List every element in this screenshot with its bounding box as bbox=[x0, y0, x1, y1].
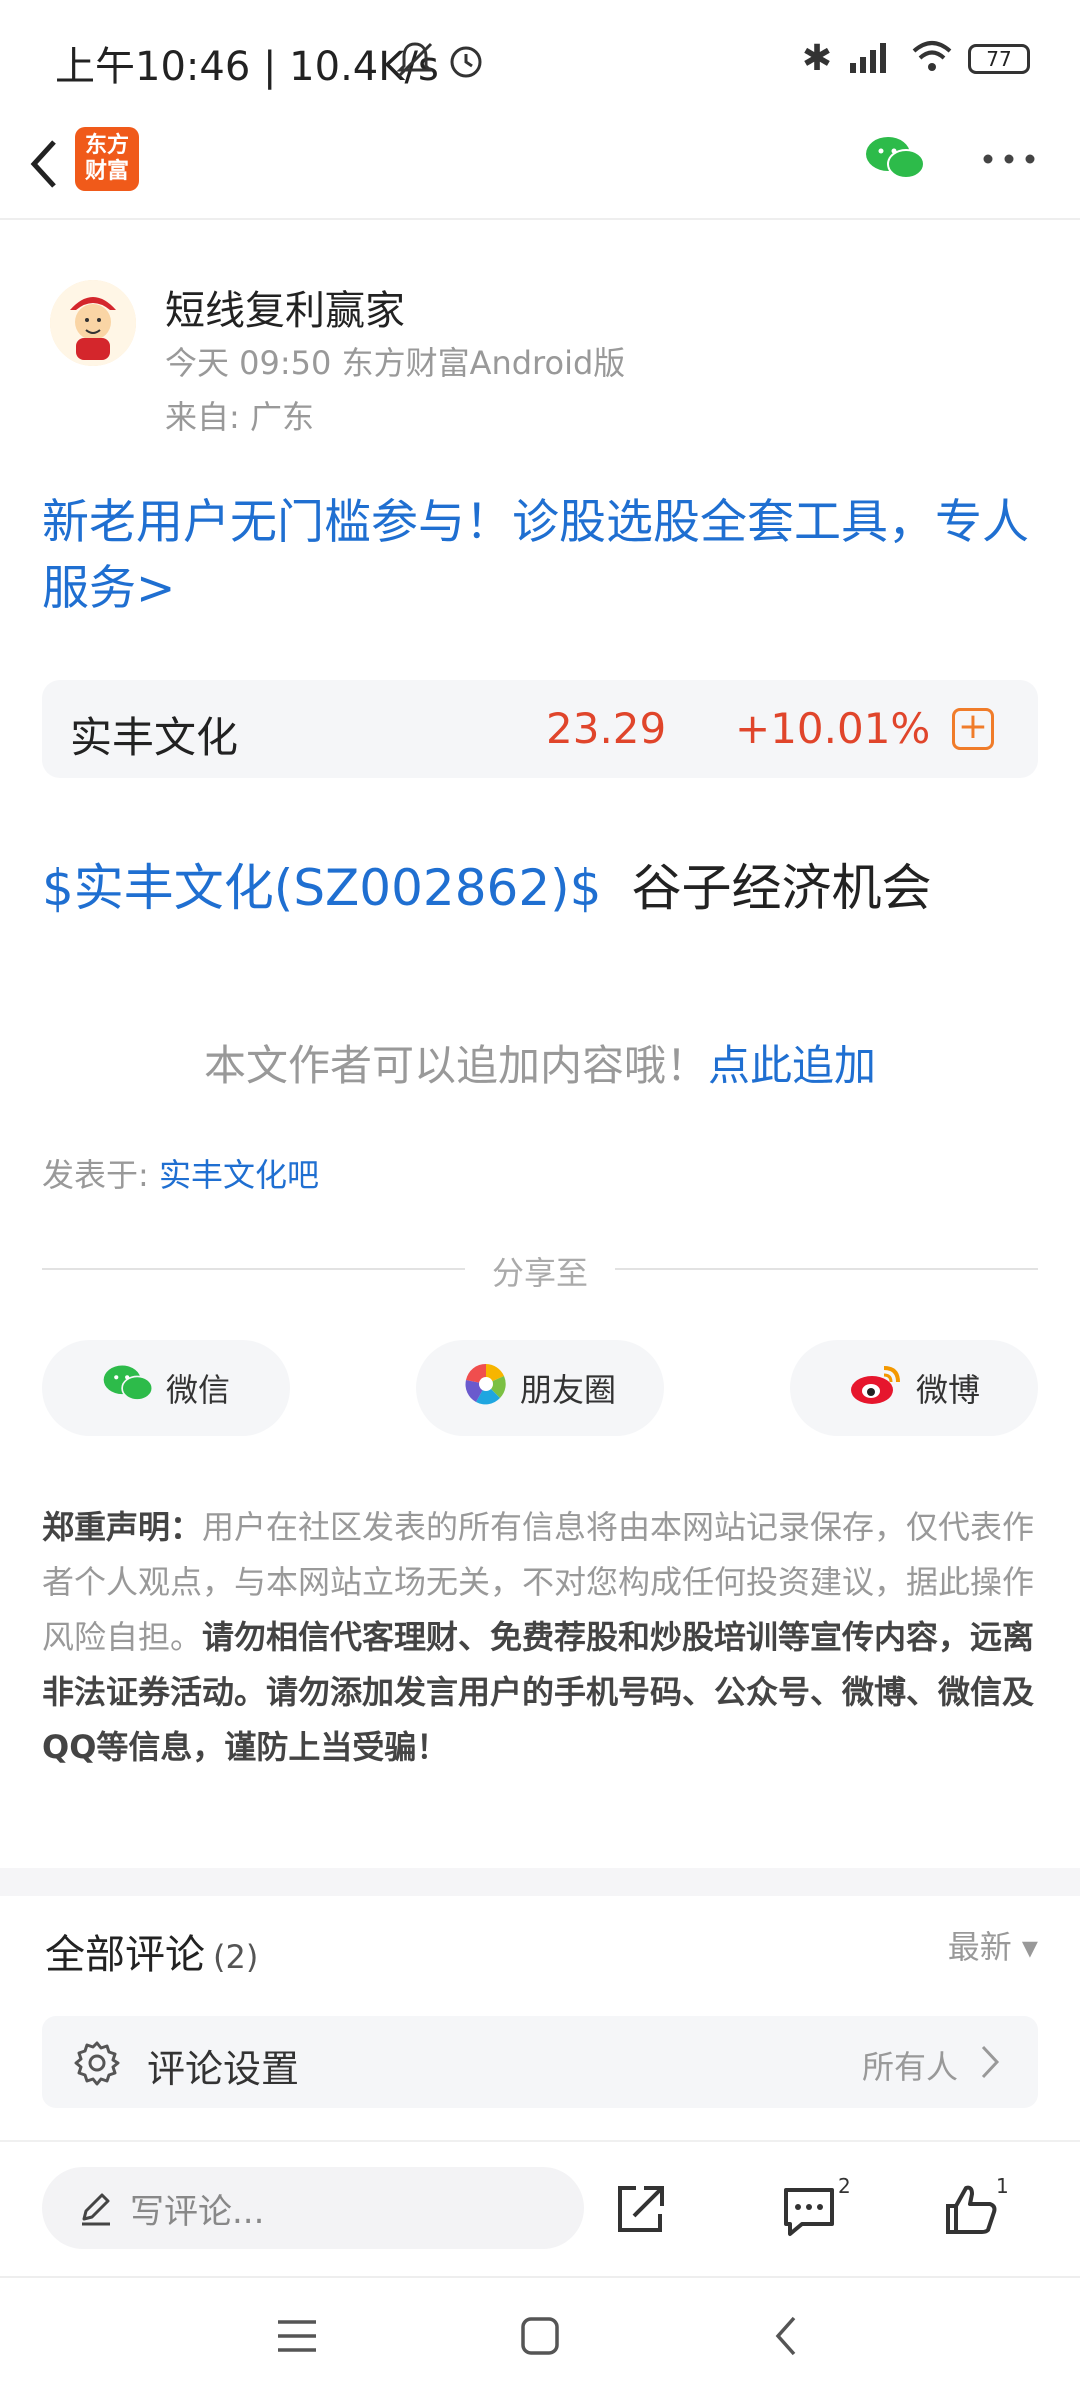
comments-title: 全部评论 bbox=[45, 1932, 205, 1978]
home-icon[interactable] bbox=[520, 2316, 560, 2360]
menu-icon[interactable] bbox=[276, 2318, 318, 2358]
app-logo[interactable]: 东方财富 bbox=[75, 127, 139, 191]
author-name[interactable]: 短线复利赢家 bbox=[165, 278, 405, 336]
posted-in-label: 发表于: bbox=[42, 1156, 149, 1194]
stock-name: 实丰文化 bbox=[70, 713, 239, 762]
posted-in: 发表于: 实丰文化吧 bbox=[42, 1150, 319, 1196]
wechat-icon bbox=[102, 1363, 154, 1413]
moments-icon bbox=[464, 1362, 508, 1414]
share-wechat-button[interactable]: 微信 bbox=[42, 1340, 290, 1436]
like-count-badge: 1 bbox=[996, 2174, 1009, 2198]
signal-icon bbox=[846, 39, 896, 79]
comment-count-badge: 2 bbox=[838, 2174, 851, 2198]
status-time: 上午10:46 | 10.4K/s bbox=[55, 44, 439, 90]
stock-price: 23.29 bbox=[546, 704, 667, 753]
status-bar: 上午10:46 | 10.4K/s ✱ 77 bbox=[0, 0, 1080, 120]
wifi-icon bbox=[910, 39, 954, 79]
share-label: 分享至 bbox=[465, 1248, 615, 1294]
stock-change: +10.01% bbox=[735, 704, 931, 753]
bottom-action-bar: 写评论... 2 1 bbox=[0, 2140, 1080, 2272]
share-moments-button[interactable]: 朋友圈 bbox=[416, 1340, 664, 1436]
append-link[interactable]: 点此追加 bbox=[708, 1041, 876, 1090]
forum-link[interactable]: 实丰文化吧 bbox=[159, 1156, 319, 1194]
status-icons: ✱ 77 bbox=[802, 38, 1030, 79]
share-wechat-label: 微信 bbox=[165, 1371, 230, 1409]
disclaimer: 郑重声明：用户在社区发表的所有信息将由本网站记录保存，仅代表作者个人观点，与本网… bbox=[42, 1500, 1038, 1775]
avatar[interactable] bbox=[50, 280, 136, 366]
battery-icon: 77 bbox=[968, 43, 1030, 74]
back-nav-icon[interactable] bbox=[772, 2314, 800, 2362]
top-nav: 东方财富 bbox=[0, 120, 1080, 220]
pencil-icon bbox=[78, 2191, 114, 2236]
post-content: $实丰文化(SZ002862)$ 谷子经济机会 bbox=[42, 848, 932, 920]
comment-icon[interactable] bbox=[780, 2184, 838, 2244]
add-watchlist-button[interactable]: + bbox=[952, 708, 994, 750]
more-icon[interactable] bbox=[982, 150, 1036, 169]
write-comment-placeholder: 写评论... bbox=[130, 2191, 265, 2232]
section-separator bbox=[0, 1868, 1080, 1896]
share-moments-label: 朋友圈 bbox=[519, 1371, 616, 1409]
mute-icon bbox=[395, 40, 435, 84]
share-out-icon[interactable] bbox=[612, 2182, 668, 2242]
post-location: 来自: 广东 bbox=[165, 398, 314, 436]
wechat-share-icon[interactable] bbox=[864, 134, 926, 188]
disclaimer-title: 郑重声明： bbox=[42, 1508, 203, 1546]
append-prompt: 本文作者可以追加内容哦！点此追加 bbox=[0, 1032, 1080, 1093]
stock-tag-link[interactable]: $实丰文化(SZ002862)$ bbox=[42, 859, 602, 917]
comment-settings-label: 评论设置 bbox=[147, 2047, 300, 2091]
stock-card[interactable]: 实丰文化 23.29 +10.01% + bbox=[42, 680, 1038, 778]
settings-gear-icon bbox=[74, 2040, 120, 2090]
comment-settings-row[interactable]: 评论设置 所有人 bbox=[42, 2016, 1038, 2108]
share-weibo-label: 微博 bbox=[915, 1371, 980, 1409]
bluetooth-icon: ✱ bbox=[801, 38, 832, 79]
logo-text: 东方财富 bbox=[85, 133, 130, 184]
post-text: 谷子经济机会 bbox=[631, 859, 932, 917]
write-comment-input[interactable]: 写评论... bbox=[42, 2167, 584, 2249]
back-button[interactable] bbox=[22, 134, 66, 198]
comments-count: (2) bbox=[213, 1938, 259, 1976]
chevron-right-icon bbox=[980, 2044, 1000, 2084]
append-text: 本文作者可以追加内容哦！ bbox=[203, 1041, 708, 1090]
promo-link[interactable]: 新老用户无门槛参与！诊股选股全套工具，专人服务> bbox=[42, 490, 1042, 622]
system-nav-bar bbox=[0, 2276, 1080, 2402]
weibo-icon bbox=[848, 1362, 904, 1414]
comments-sort-dropdown[interactable]: 最新 ▾ bbox=[948, 1922, 1038, 1968]
comment-settings-value: 所有人 bbox=[861, 2048, 958, 2086]
comments-header: 全部评论 (2) bbox=[45, 1922, 258, 1980]
like-icon[interactable] bbox=[942, 2182, 1000, 2242]
post-time-source: 今天 09:50 东方财富Android版 bbox=[165, 344, 626, 382]
share-weibo-button[interactable]: 微博 bbox=[790, 1340, 1038, 1436]
alarm-icon bbox=[446, 40, 486, 84]
